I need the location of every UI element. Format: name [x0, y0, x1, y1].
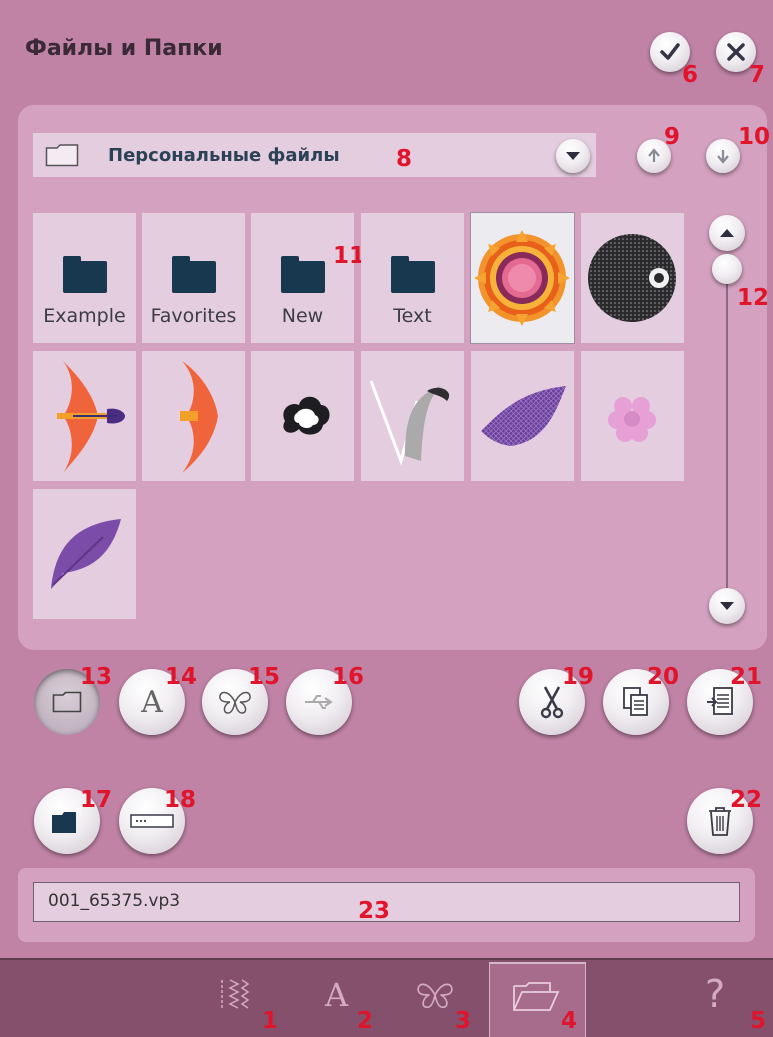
new-folder-icon — [52, 808, 81, 833]
folder-new[interactable]: New — [251, 213, 354, 343]
design-thumb-dark-circle[interactable] — [581, 213, 684, 343]
scroll-track[interactable] — [726, 270, 728, 590]
scroll-thumb[interactable] — [712, 254, 742, 284]
design-thumb-pink-flower[interactable] — [581, 351, 684, 481]
folder-example[interactable]: Example — [33, 213, 136, 343]
stitch-menu-tab[interactable] — [218, 978, 258, 1018]
butterfly-icon — [219, 691, 251, 714]
leaf-mesh-design-icon — [481, 386, 566, 446]
dark-circle-design-icon — [588, 234, 676, 322]
design-thumb-leaf-mesh[interactable] — [471, 351, 574, 481]
folder-icon — [52, 691, 82, 713]
window-title: Файлы и Папки — [25, 36, 223, 61]
scroll-up-button[interactable] — [709, 215, 745, 251]
callout-14: 14 — [165, 664, 198, 690]
callout-18: 18 — [164, 787, 197, 813]
filename-value: 001_65375.vp3 — [48, 891, 181, 911]
folder-icon — [172, 256, 216, 293]
folder-text[interactable]: Text — [361, 213, 464, 343]
sunflower-design-icon — [474, 230, 570, 326]
folder-label: Text — [393, 305, 432, 327]
callout-12: 12 — [737, 285, 770, 311]
file-manager-tab[interactable] — [510, 980, 566, 1016]
callout-13: 13 — [80, 664, 113, 690]
butterfly-icon — [417, 983, 453, 1009]
open-folder-icon — [513, 982, 560, 1011]
usb-icon — [305, 695, 333, 709]
path-dropdown-button[interactable] — [556, 139, 590, 173]
folder-outline-icon — [45, 144, 79, 167]
folder-favorites[interactable]: Favorites — [142, 213, 245, 343]
swirl-design-icon — [369, 380, 450, 466]
question-icon: ? — [705, 972, 726, 1016]
callout-1: 1 — [262, 1008, 279, 1034]
rename-icon — [130, 814, 174, 828]
folder-up-icon — [648, 148, 660, 162]
copy-icon — [623, 687, 648, 716]
callout-10: 10 — [738, 124, 771, 150]
design-thumb-purple-leaf[interactable] — [33, 489, 136, 619]
folder-icon — [63, 256, 107, 293]
close-icon — [727, 43, 745, 61]
callout-9: 9 — [664, 124, 681, 150]
check-icon — [660, 43, 680, 60]
callout-3: 3 — [455, 1008, 472, 1034]
chevron-down-icon — [566, 152, 580, 160]
help-button[interactable]: ? — [705, 972, 739, 1016]
callout-4: 4 — [561, 1008, 578, 1034]
callout-8: 8 — [396, 146, 413, 172]
bird-design-icon — [57, 361, 125, 473]
arrow-down-icon — [720, 602, 734, 610]
callout-23: 23 — [358, 898, 391, 924]
font-a-icon: A — [141, 684, 163, 720]
design-thumb-cloud[interactable] — [251, 351, 354, 481]
callout-15: 15 — [248, 664, 281, 690]
stitch-icon — [221, 979, 250, 1010]
design-thumb-bird-1[interactable] — [33, 351, 136, 481]
design-thumb-swirl[interactable] — [361, 351, 464, 481]
callout-17: 17 — [80, 787, 113, 813]
design-menu-tab[interactable] — [416, 980, 458, 1016]
pink-flower-design-icon — [608, 397, 656, 442]
folder-label: New — [281, 305, 324, 327]
callout-20: 20 — [647, 664, 680, 690]
callout-22: 22 — [730, 787, 763, 813]
callout-16: 16 — [332, 664, 365, 690]
callout-21: 21 — [730, 664, 763, 690]
purple-leaf-design-icon — [51, 519, 121, 589]
callout-19: 19 — [562, 664, 595, 690]
folder-icon — [391, 256, 435, 293]
callout-5: 5 — [750, 1008, 767, 1034]
folder-down-icon — [717, 150, 729, 164]
design-thumb-bird-2[interactable] — [142, 351, 245, 481]
callout-7: 7 — [749, 62, 766, 88]
cloud-design-icon — [283, 396, 330, 435]
callout-6: 6 — [682, 62, 699, 88]
bird-wings-design-icon — [180, 361, 218, 473]
callout-2: 2 — [357, 1008, 374, 1034]
scroll-down-button[interactable] — [709, 588, 745, 624]
bottom-taskbar — [0, 958, 773, 1037]
font-a-icon: A — [325, 976, 349, 1014]
path-label: Персональные файлы — [108, 145, 340, 166]
scissors-icon — [540, 686, 564, 719]
folder-label: Favorites — [150, 305, 237, 327]
paste-icon — [707, 687, 733, 715]
folder-icon — [281, 256, 325, 293]
design-thumb-sunflower[interactable] — [470, 212, 575, 344]
arrow-up-icon — [720, 229, 734, 237]
path-dropdown[interactable]: Персональные файлы — [33, 133, 596, 177]
folder-down-button[interactable] — [706, 139, 740, 173]
folder-label: Example — [43, 305, 126, 327]
